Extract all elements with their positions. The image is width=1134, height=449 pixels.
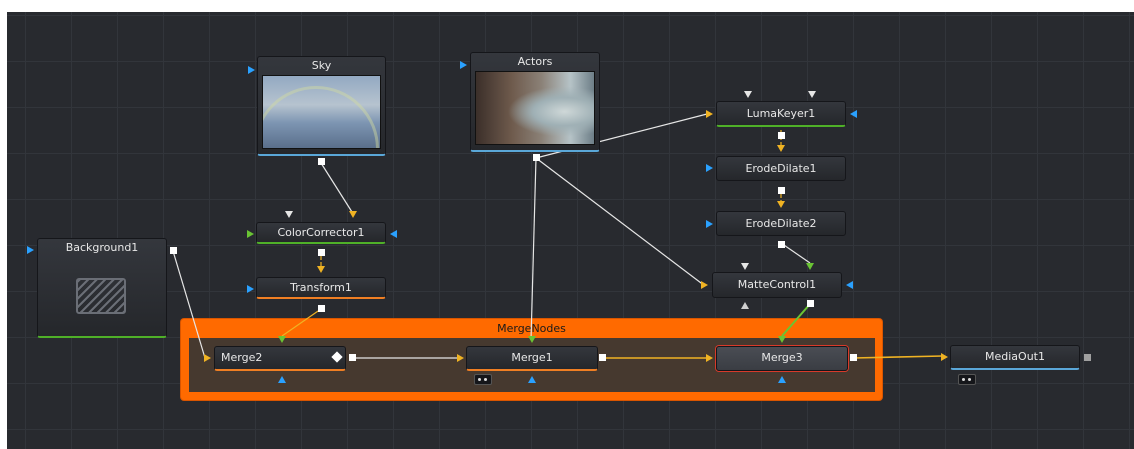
- mediaout-output-port[interactable]: [1084, 354, 1091, 361]
- mediaout-input-port[interactable]: [941, 353, 948, 361]
- erodedilate1-output-port[interactable]: [778, 187, 785, 194]
- background-input-port[interactable]: [27, 246, 34, 254]
- node-label: ErodeDilate1: [745, 162, 817, 175]
- merge2-foreground-port[interactable]: [278, 336, 286, 343]
- lumakeyer-output-port[interactable]: [778, 132, 785, 139]
- node-colorcorrector1[interactable]: ColorCorrector1: [256, 222, 386, 244]
- merge2-background-port[interactable]: [204, 354, 211, 362]
- mattecontrol-input-port[interactable]: [701, 281, 708, 289]
- erodedilate2-left-port[interactable]: [706, 220, 713, 228]
- merge2-effect-mask-port[interactable]: [278, 376, 286, 383]
- merge3-effect-mask-port[interactable]: [778, 376, 786, 383]
- node-merge3[interactable]: Merge3: [716, 346, 848, 371]
- mediaout-view-indicator-icon[interactable]: [958, 374, 976, 385]
- transform-left-port[interactable]: [247, 285, 254, 293]
- colorcorrector-effect-mask-port[interactable]: [285, 211, 293, 218]
- node-label: Background1: [65, 241, 139, 254]
- background-icon: [76, 278, 126, 314]
- merge3-output-port[interactable]: [850, 354, 857, 361]
- mattecontrol-mask-port[interactable]: [741, 263, 749, 270]
- node-label: MediaOut1: [985, 350, 1045, 363]
- node-label: ColorCorrector1: [277, 226, 365, 239]
- lumakeyer-input-port[interactable]: [706, 110, 713, 118]
- erodedilate2-output-port[interactable]: [778, 241, 785, 248]
- colorcorrector-right-port[interactable]: [390, 230, 397, 238]
- node-label: Merge1: [511, 351, 553, 364]
- background-output-port[interactable]: [170, 247, 177, 254]
- mattecontrol-bottom-port[interactable]: [741, 302, 749, 309]
- merge2-output-port[interactable]: [349, 354, 356, 361]
- erodedilate1-input-port[interactable]: [777, 145, 785, 152]
- node-merge2[interactable]: Merge2: [214, 346, 346, 371]
- sky-input-port[interactable]: [248, 66, 255, 74]
- merge1-output-port[interactable]: [599, 354, 606, 361]
- colorcorrector-left-port[interactable]: [247, 230, 254, 238]
- mattecontrol-garbage-port[interactable]: [806, 263, 814, 270]
- actors-output-port[interactable]: [533, 154, 540, 161]
- node-label: Transform1: [290, 281, 352, 294]
- node-label: Merge2: [221, 351, 263, 364]
- node-label: Sky: [311, 59, 332, 72]
- node-actors[interactable]: Actors: [470, 52, 600, 152]
- merge1-background-port[interactable]: [457, 354, 464, 362]
- node-label: ErodeDilate2: [745, 217, 817, 230]
- erodedilate2-input-port[interactable]: [777, 201, 785, 208]
- colorcorrector-output-port[interactable]: [318, 249, 325, 256]
- lumakeyer-mask-port[interactable]: [744, 91, 752, 98]
- node-background1[interactable]: Background1: [37, 238, 167, 338]
- node-label: LumaKeyer1: [746, 107, 816, 120]
- node-lumakeyer1[interactable]: LumaKeyer1: [716, 101, 846, 127]
- node-label: MatteControl1: [737, 278, 817, 291]
- node-merge1[interactable]: Merge1: [466, 346, 598, 371]
- merge1-foreground-port[interactable]: [528, 336, 536, 343]
- lumakeyer-garbage-port[interactable]: [808, 91, 816, 98]
- merge1-effect-mask-port[interactable]: [528, 376, 536, 383]
- node-mattecontrol1[interactable]: MatteControl1: [712, 272, 842, 298]
- actors-thumbnail: [475, 71, 595, 145]
- node-erodedilate1[interactable]: ErodeDilate1: [716, 156, 846, 181]
- merge3-foreground-port[interactable]: [778, 336, 786, 343]
- merge3-background-port[interactable]: [706, 354, 713, 362]
- mattecontrol-right-port[interactable]: [846, 281, 853, 289]
- node-label: Actors: [517, 55, 553, 68]
- transform-input-port[interactable]: [317, 266, 325, 273]
- sky-thumbnail: [262, 75, 381, 149]
- transform-output-port[interactable]: [318, 305, 325, 312]
- sky-output-port[interactable]: [318, 158, 325, 165]
- actors-input-port[interactable]: [460, 61, 467, 69]
- merge1-view-indicator-icon[interactable]: [474, 374, 492, 385]
- lumakeyer-right-port[interactable]: [850, 110, 857, 118]
- node-erodedilate2[interactable]: ErodeDilate2: [716, 211, 846, 236]
- colorcorrector-input-port[interactable]: [349, 211, 357, 218]
- mattecontrol-output-port[interactable]: [807, 300, 814, 307]
- group-label: MergeNodes: [497, 322, 566, 335]
- node-mediaout1[interactable]: MediaOut1: [950, 345, 1080, 370]
- erodedilate1-left-port[interactable]: [706, 164, 713, 172]
- node-sky[interactable]: Sky: [257, 56, 386, 156]
- node-label: Merge3: [761, 351, 803, 364]
- node-transform1[interactable]: Transform1: [256, 277, 386, 299]
